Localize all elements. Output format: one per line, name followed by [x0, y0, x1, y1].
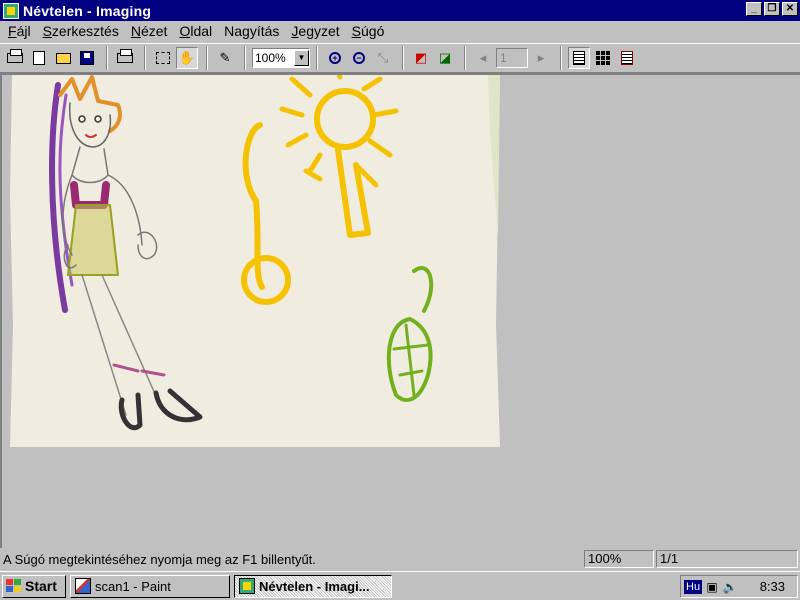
taskbar: Start scan1 - Paint Névtelen - Imagi... …: [0, 571, 800, 600]
title-bar[interactable]: Névtelen - Imaging _ ❐ ✕: [0, 0, 800, 21]
close-button[interactable]: ✕: [782, 2, 798, 16]
menu-annotation[interactable]: Jegyzet: [285, 23, 345, 39]
previous-page-icon: ◂: [479, 50, 487, 65]
zoom-dropdown[interactable]: 100% ▼: [252, 48, 310, 68]
imaging-app-icon[interactable]: [3, 2, 19, 19]
annotation-button[interactable]: ✎: [214, 47, 236, 69]
next-page-icon: ▸: [537, 50, 545, 65]
status-message: A Súgó megtekintéséhez nyomja meg az F1 …: [3, 551, 316, 567]
toolbar-separator: [244, 46, 246, 70]
save-disk-icon: [80, 51, 94, 65]
hand-icon: ✋: [178, 50, 196, 65]
select-button[interactable]: [152, 47, 174, 69]
status-zoom: 100%: [584, 550, 654, 568]
next-page-button[interactable]: ▸: [530, 47, 552, 69]
page-thumbnail-view-button[interactable]: [616, 47, 638, 69]
annotation-pencil-icon: ✎: [219, 50, 231, 65]
print-button[interactable]: [114, 47, 136, 69]
system-tray: Hu ▣ 🔈 8:33: [680, 575, 798, 598]
minimize-button[interactable]: _: [746, 2, 762, 16]
fit-arrows-icon: ⤡: [377, 50, 389, 65]
clock[interactable]: 8:33: [760, 579, 785, 594]
zoom-out-icon: −: [353, 52, 365, 64]
rotate-left-icon: ◩: [414, 50, 428, 65]
toolbar-separator: [316, 46, 318, 70]
page-number-field[interactable]: 1: [496, 48, 528, 68]
open-folder-icon: [55, 52, 71, 64]
menu-file[interactable]: Fájl: [2, 23, 37, 39]
menu-help[interactable]: Súgó: [346, 23, 391, 39]
toolbar-separator: [206, 46, 208, 70]
toolbar: ✋ ✎ 100% ▼ + − ⤡ ◩ ◪ ◂ 1 ▸: [0, 43, 800, 73]
document-workspace[interactable]: [0, 73, 800, 548]
scan-button[interactable]: [4, 47, 26, 69]
taskbar-button-paint[interactable]: scan1 - Paint: [70, 574, 230, 598]
zoom-out-button[interactable]: −: [348, 47, 370, 69]
drag-button[interactable]: ✋: [176, 47, 198, 69]
status-page-count: 1/1: [656, 550, 798, 568]
open-button[interactable]: [52, 47, 74, 69]
toolbar-separator: [464, 46, 466, 70]
start-label: Start: [25, 578, 57, 594]
toolbar-separator: [144, 46, 146, 70]
taskbar-button-label: Névtelen - Imagi...: [259, 578, 370, 594]
dropdown-arrow-icon[interactable]: ▼: [294, 50, 309, 66]
toolbar-separator: [560, 46, 562, 70]
rotate-right-button[interactable]: ◪: [434, 47, 456, 69]
single-page-icon: [573, 51, 585, 65]
select-rectangle-icon: [156, 52, 170, 64]
zoom-in-button[interactable]: +: [324, 47, 346, 69]
page-and-thumbnails-icon: [621, 51, 633, 65]
start-button[interactable]: Start: [2, 574, 66, 598]
restore-button[interactable]: ❐: [764, 2, 780, 16]
taskbar-button-label: scan1 - Paint: [95, 578, 171, 594]
new-document-icon: [33, 51, 45, 65]
imaging-icon: [239, 578, 255, 594]
new-button[interactable]: [28, 47, 50, 69]
menu-edit[interactable]: Szerkesztés: [37, 23, 125, 39]
window-controls: _ ❐ ✕: [744, 2, 798, 16]
menu-zoom[interactable]: Nagyítás: [218, 23, 285, 39]
thumbnails-icon: [596, 51, 610, 65]
rotate-left-button[interactable]: ◩: [410, 47, 432, 69]
volume-icon[interactable]: 🔈: [722, 579, 738, 595]
thumbnail-view-button[interactable]: [592, 47, 614, 69]
taskbar-button-imaging[interactable]: Névtelen - Imagi...: [234, 574, 392, 598]
toolbar-separator: [402, 46, 404, 70]
menu-page[interactable]: Oldal: [173, 23, 218, 39]
scanned-drawing: [10, 75, 500, 447]
toolbar-separator: [106, 46, 108, 70]
single-page-view-button[interactable]: [568, 47, 590, 69]
menu-bar: Fájl Szerkesztés Nézet Oldal Nagyítás Je…: [0, 21, 800, 41]
previous-page-button[interactable]: ◂: [472, 47, 494, 69]
zoom-in-icon: +: [329, 52, 341, 64]
window-title: Névtelen - Imaging: [23, 2, 152, 19]
save-button[interactable]: [76, 47, 98, 69]
printer-icon: [117, 49, 133, 63]
rotate-right-icon: ◪: [438, 50, 452, 65]
status-bar: A Súgó megtekintéséhez nyomja meg az F1 …: [0, 548, 800, 570]
windows-logo-icon: [6, 579, 22, 593]
paint-icon: [75, 578, 91, 594]
language-indicator[interactable]: Hu: [684, 579, 703, 594]
fit-button[interactable]: ⤡: [372, 47, 394, 69]
scheduler-icon[interactable]: ▣: [704, 579, 720, 595]
zoom-value: 100%: [255, 51, 286, 65]
scanner-icon: [7, 49, 23, 63]
menu-view[interactable]: Nézet: [125, 23, 174, 39]
